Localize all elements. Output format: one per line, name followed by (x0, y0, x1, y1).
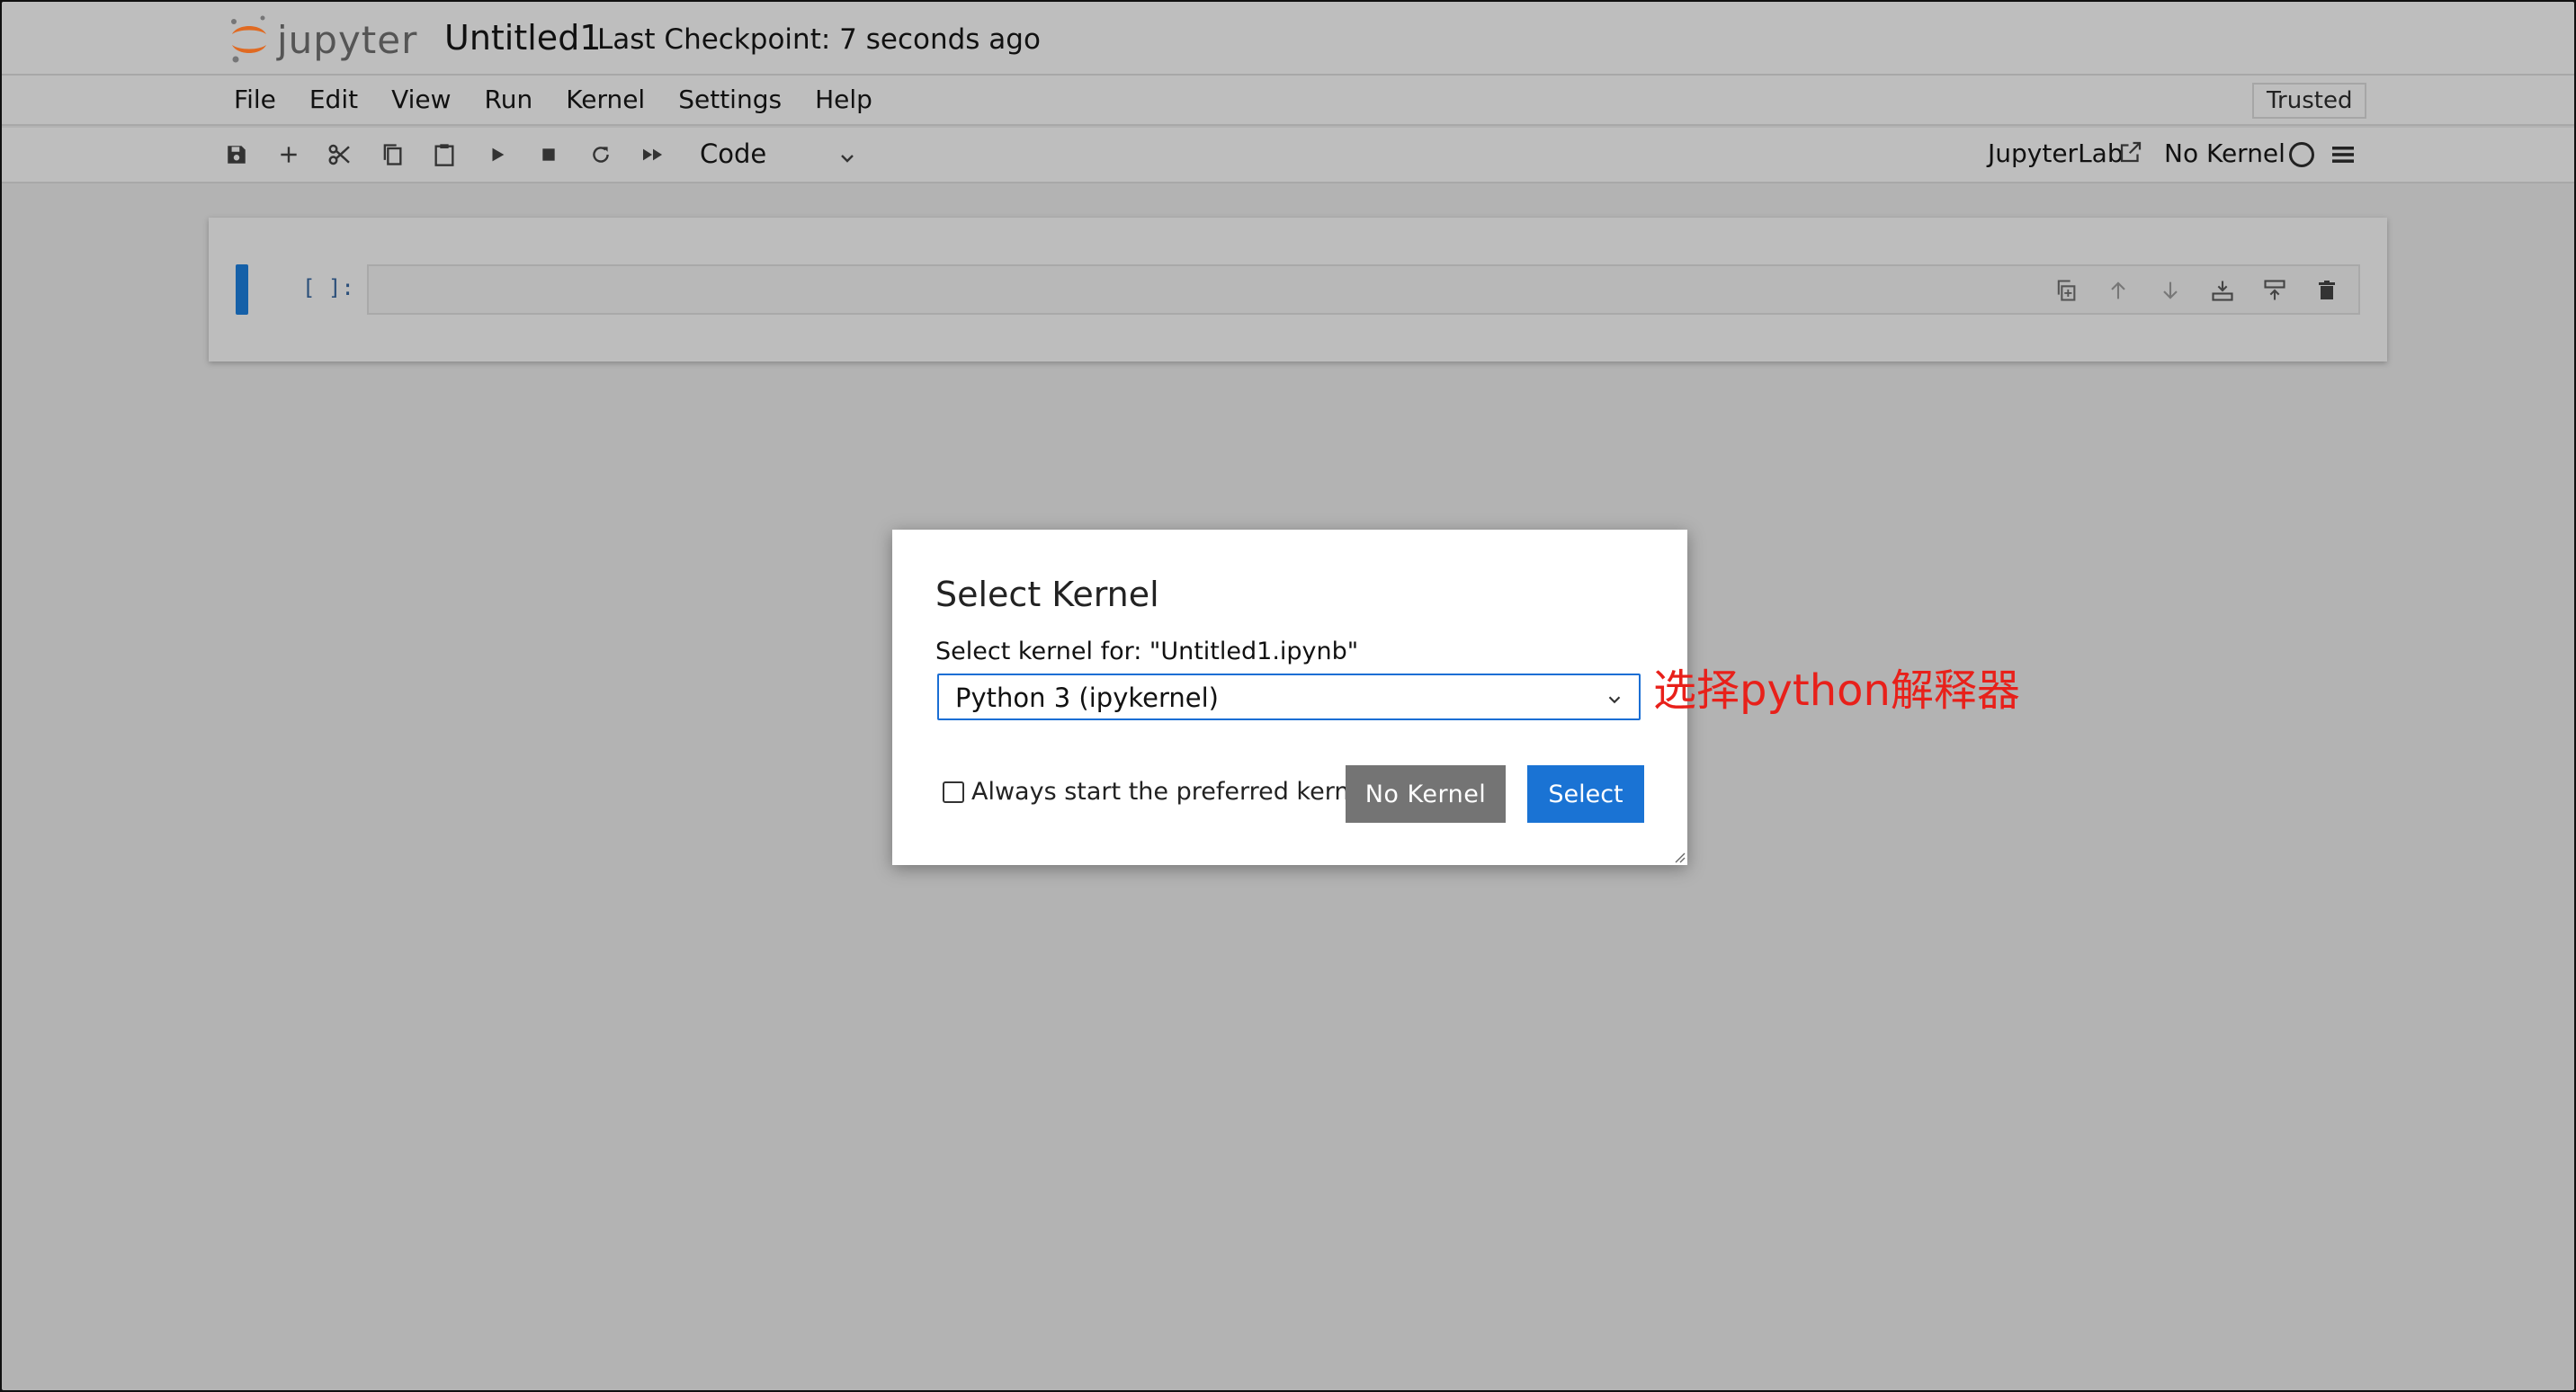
toolbar: Code JupyterLab No Kernel (2, 128, 2574, 183)
external-link-icon (2120, 141, 2142, 163)
menu-settings[interactable]: Settings (678, 85, 782, 114)
trash-icon (2319, 281, 2335, 299)
restart-button[interactable] (586, 139, 616, 170)
cut-button[interactable] (325, 139, 355, 170)
delete-cell-button[interactable] (2312, 275, 2342, 306)
preferred-kernel-checkbox[interactable] (943, 781, 964, 803)
arrow-up-icon (2111, 281, 2125, 299)
add-cell-button[interactable] (273, 139, 304, 170)
move-down-button[interactable] (2155, 275, 2186, 306)
move-up-button[interactable] (2103, 275, 2133, 306)
trusted-badge[interactable]: Trusted (2252, 83, 2367, 119)
restart-icon (593, 147, 609, 163)
select-kernel-dialog: Select Kernel Select kernel for: "Untitl… (892, 530, 1687, 865)
notebook-panel: [ ]: (209, 218, 2387, 361)
menu-bar: File Edit View Run Kernel Settings Help … (2, 76, 2574, 126)
insert-below-button[interactable] (2207, 275, 2238, 306)
fast-forward-icon (643, 148, 663, 161)
logo-text: jupyter (277, 17, 418, 62)
run-all-button[interactable] (638, 139, 668, 170)
menu-kernel[interactable]: Kernel (566, 85, 645, 114)
cut-icon (328, 144, 350, 165)
kernel-status-circle-icon (2289, 142, 2314, 167)
stop-icon (542, 148, 555, 161)
insert-above-icon (2264, 280, 2285, 300)
save-button[interactable] (221, 139, 252, 170)
chevron-down-icon (1608, 696, 1621, 704)
header: jupyter Untitled1 Last Checkpoint: 7 sec… (2, 2, 2574, 76)
duplicate-icon (2057, 280, 2076, 301)
paste-icon (434, 144, 454, 166)
dialog-title: Select Kernel (935, 575, 1159, 614)
insert-above-button[interactable] (2259, 275, 2290, 306)
kernel-select[interactable]: Python 3 (ipykernel) (937, 674, 1641, 720)
no-kernel-button[interactable]: No Kernel (1346, 765, 1506, 823)
duplicate-cell-button[interactable] (2051, 275, 2081, 306)
kernel-select-value: Python 3 (ipykernel) (955, 683, 1219, 713)
chevron-down-icon[interactable] (836, 147, 858, 169)
select-button[interactable]: Select (1527, 765, 1644, 823)
active-cell-indicator (236, 264, 248, 315)
run-button[interactable] (482, 139, 513, 170)
cell-prompt: [ ]: (302, 275, 354, 300)
cell-toolbar (2029, 275, 2342, 306)
checkpoint-status: Last Checkpoint: 7 seconds ago (597, 23, 1041, 56)
run-icon (492, 147, 505, 162)
jupyter-logo[interactable]: jupyter (228, 11, 417, 68)
notebook-title[interactable]: Untitled1 (444, 18, 602, 58)
stop-button[interactable] (533, 139, 564, 170)
copy-button[interactable] (377, 139, 407, 170)
copy-icon (383, 144, 402, 165)
jupyterlab-link[interactable]: JupyterLab (1988, 138, 2124, 168)
menu: File Edit View Run Kernel Settings Help (234, 85, 906, 114)
resize-grip-icon[interactable] (1673, 851, 1686, 863)
annotation-text: 选择python解释器 (1653, 665, 2020, 716)
menu-edit[interactable]: Edit (309, 85, 358, 114)
code-cell-input[interactable] (367, 264, 2360, 315)
paste-button[interactable] (429, 139, 460, 170)
menu-help[interactable]: Help (815, 85, 872, 114)
save-icon (228, 146, 246, 164)
add-icon (281, 147, 297, 163)
menu-icon[interactable] (2331, 144, 2355, 165)
jupyter-logo-icon (231, 15, 266, 63)
insert-below-icon (2212, 281, 2233, 301)
menu-file[interactable]: File (234, 85, 276, 114)
menu-view[interactable]: View (391, 85, 451, 114)
kernel-status[interactable]: No Kernel (2164, 138, 2285, 168)
cell-type-select[interactable]: Code (700, 138, 766, 169)
arrow-down-icon (2163, 281, 2178, 299)
preferred-kernel-label[interactable]: Always start the preferred kernel (971, 778, 1372, 806)
jupyter-window: jupyter Untitled1 Last Checkpoint: 7 sec… (2, 2, 2574, 1390)
menu-run[interactable]: Run (485, 85, 533, 114)
dialog-label: Select kernel for: "Untitled1.ipynb" (935, 638, 1359, 665)
